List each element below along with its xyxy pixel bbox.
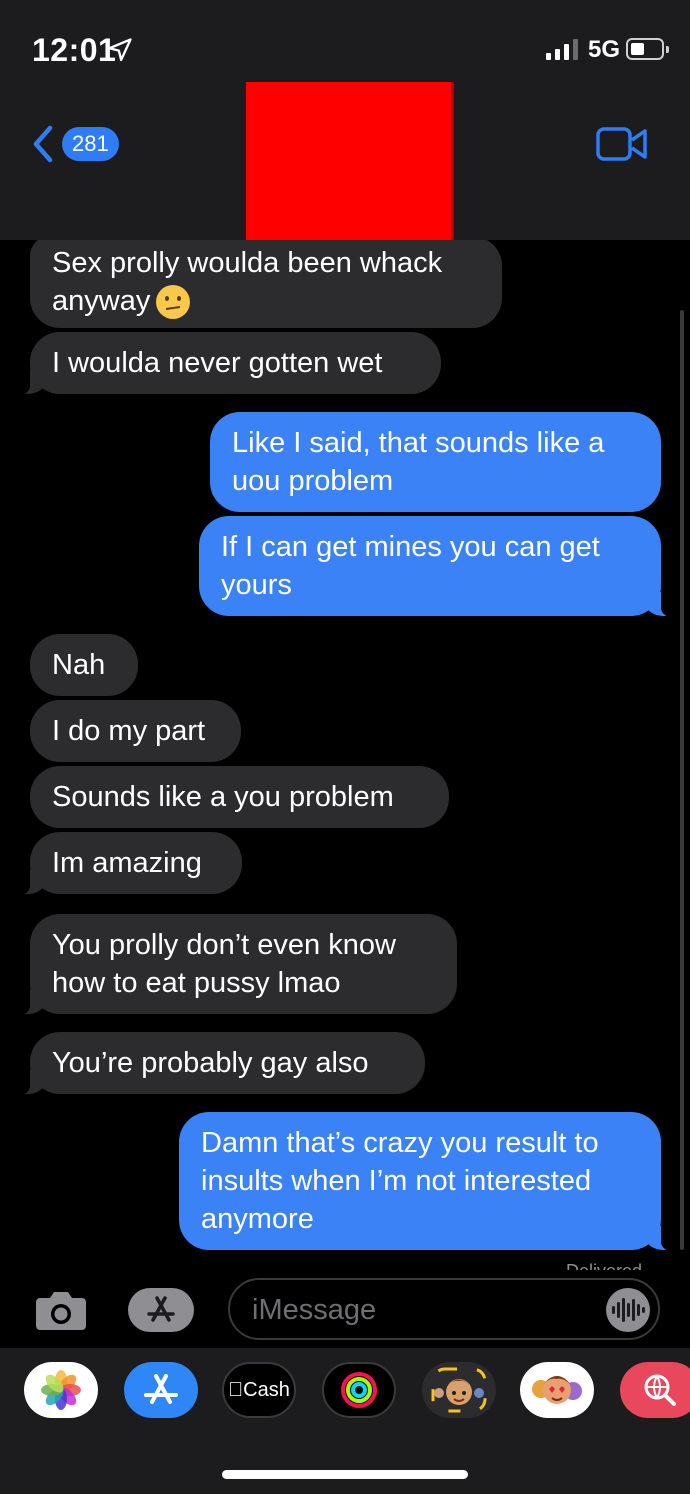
back-button[interactable]: 281 [28, 122, 119, 166]
battery-icon [626, 38, 669, 60]
memoji-icon [431, 1367, 487, 1413]
web-search-app-button[interactable] [620, 1362, 690, 1418]
home-indicator[interactable] [222, 1470, 468, 1479]
apple-cash-app-button[interactable]: Cash [222, 1362, 296, 1418]
apple-cash-icon:  [228, 1379, 243, 1402]
unread-count-badge: 281 [62, 127, 119, 161]
imessage-placeholder: iMessage [252, 1294, 377, 1326]
activity-icon [341, 1372, 377, 1408]
app-store-app-button[interactable] [124, 1362, 198, 1418]
app-store-glyph-icon [147, 1296, 175, 1322]
location-arrow-icon [108, 38, 132, 62]
photos-app-button[interactable] [24, 1362, 98, 1418]
message-outgoing[interactable]: Damn that’s crazy you result to insults … [179, 1112, 683, 1252]
audio-message-button[interactable] [606, 1288, 650, 1332]
message-outgoing[interactable]: If I can get mines you can get yours [199, 516, 683, 618]
scrollbar[interactable] [680, 310, 684, 1250]
message-text: Damn that’s crazy you result to insults … [201, 1127, 599, 1235]
conversation-header: 12:01 5G 281 [0, 0, 690, 244]
message-incoming[interactable]: Nah [30, 634, 138, 696]
message-incoming[interactable]: You’re probably gay also [8, 1032, 425, 1096]
confused-face-icon [156, 285, 191, 320]
message-text: I woulda never gotten wet [52, 347, 383, 379]
message-incoming[interactable]: Sounds like a you problem [30, 766, 449, 828]
activity-app-button[interactable] [322, 1362, 396, 1418]
network-type: 5G [588, 36, 621, 63]
contact-redaction [246, 82, 454, 244]
animoji-stickers-icon [532, 1376, 582, 1404]
signal-strength-icon [546, 38, 578, 60]
facetime-video-icon[interactable] [596, 126, 648, 162]
app-store-button[interactable] [128, 1288, 194, 1332]
message-text: You’re probably gay also [52, 1047, 369, 1079]
message-text: Like I said, that sounds like a uou prob… [232, 427, 605, 497]
status-time: 12:01 [32, 32, 117, 68]
memoji-stickers-app-button[interactable] [520, 1362, 594, 1418]
message-text: Sex prolly woulda been whack anyway [52, 247, 443, 317]
message-incoming[interactable]: Sex prolly woulda been whack anyway [30, 240, 502, 328]
message-incoming[interactable]: I woulda never gotten wet [8, 332, 441, 396]
message-text: Nah [52, 649, 106, 681]
message-incoming[interactable]: You prolly don’t even know how to eat pu… [8, 914, 457, 1016]
message-thread[interactable]: Sex prolly woulda been whack anyway I wo… [0, 240, 690, 1270]
message-incoming[interactable]: I do my part [30, 700, 241, 762]
apple-cash-label: Cash [235, 1378, 290, 1401]
photos-icon [41, 1370, 81, 1410]
delivered-status: Delivered [566, 1262, 658, 1270]
app-store-icon [144, 1374, 178, 1404]
memoji-app-button[interactable] [422, 1362, 496, 1418]
message-text: Sounds like a you problem [52, 781, 394, 813]
message-text: You prolly don’t even know how to eat pu… [52, 929, 396, 999]
camera-icon[interactable] [34, 1288, 88, 1332]
message-text: I do my part [52, 715, 206, 747]
message-text: If I can get mines you can get yours [221, 531, 600, 601]
message-outgoing[interactable]: Like I said, that sounds like a uou prob… [210, 412, 661, 512]
message-incoming[interactable]: Im amazing [8, 832, 242, 896]
message-text: Im amazing [52, 847, 202, 879]
web-search-icon [644, 1374, 676, 1406]
imessage-input[interactable]: iMessage [228, 1278, 660, 1340]
chevron-left-icon [33, 125, 53, 163]
